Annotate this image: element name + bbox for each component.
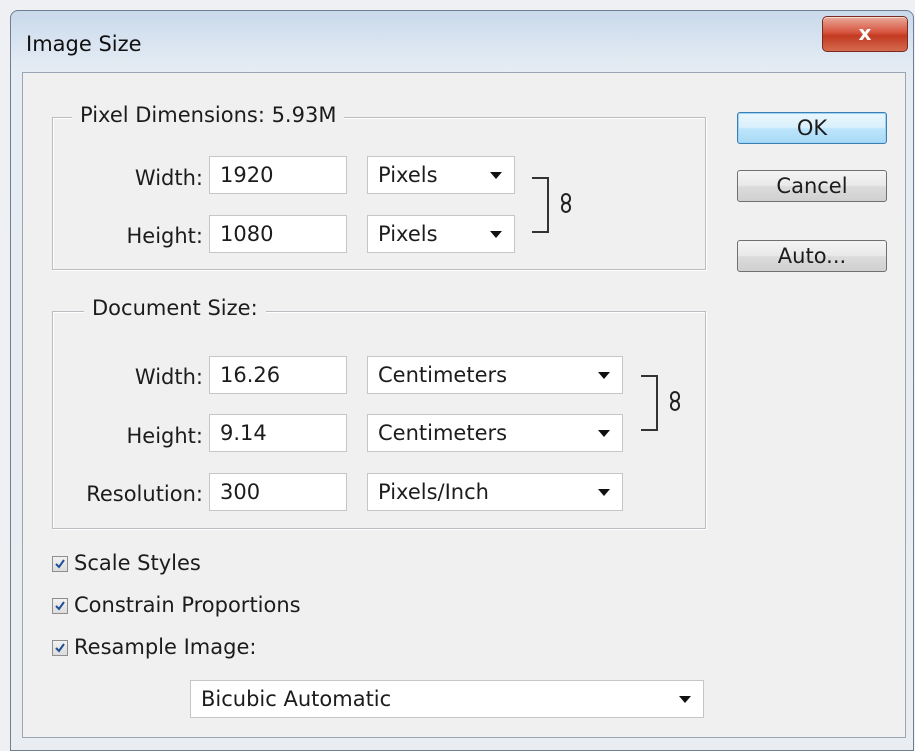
resolution-unit-value: Pixels/Inch xyxy=(378,480,489,504)
checkmark-icon xyxy=(55,601,65,611)
doc-width-field[interactable]: 16.26 xyxy=(209,356,347,394)
chevron-down-icon xyxy=(598,430,610,437)
dialog-title: Image Size xyxy=(26,32,142,56)
resample-method-select[interactable]: Bicubic Automatic xyxy=(190,680,704,718)
document-size-legend: Document Size: xyxy=(84,296,266,320)
resample-image-label: Resample Image: xyxy=(74,635,257,659)
resolution-label: Resolution: xyxy=(86,482,203,506)
pixel-width-unit-value: Pixels xyxy=(378,163,438,187)
auto-button[interactable]: Auto... xyxy=(737,240,887,272)
doc-width-unit-value: Centimeters xyxy=(378,363,508,387)
doc-width-label: Width: xyxy=(134,365,203,389)
link-icon xyxy=(641,375,680,431)
close-icon: x xyxy=(858,21,872,45)
constrain-proportions-checkbox[interactable] xyxy=(52,598,68,614)
pixel-height-label: Height: xyxy=(126,224,204,248)
pixel-width-label: Width: xyxy=(134,166,203,190)
constrain-proportions-label: Constrain Proportions xyxy=(74,593,301,617)
doc-height-label: Height: xyxy=(126,424,204,448)
chevron-down-icon xyxy=(598,372,610,379)
chevron-down-icon xyxy=(490,231,502,238)
pixel-width-unit-select[interactable]: Pixels xyxy=(367,156,515,194)
doc-height-unit-select[interactable]: Centimeters xyxy=(367,414,623,452)
checkmark-icon xyxy=(55,643,65,653)
doc-width-unit-select[interactable]: Centimeters xyxy=(367,356,623,394)
checkmark-icon xyxy=(55,559,65,569)
scale-styles-checkbox[interactable] xyxy=(52,556,68,572)
close-button[interactable]: x xyxy=(822,16,908,52)
resample-method-value: Bicubic Automatic xyxy=(201,687,392,711)
resample-image-checkbox[interactable] xyxy=(52,640,68,656)
chevron-down-icon xyxy=(679,696,691,703)
cancel-button[interactable]: Cancel xyxy=(737,170,887,202)
doc-height-unit-value: Centimeters xyxy=(378,421,508,445)
ok-button[interactable]: OK xyxy=(737,112,887,144)
pixel-height-unit-select[interactable]: Pixels xyxy=(367,215,515,253)
resolution-field[interactable]: 300 xyxy=(209,473,347,511)
link-icon xyxy=(532,177,571,233)
resolution-unit-select[interactable]: Pixels/Inch xyxy=(367,473,623,511)
pixel-width-field[interactable]: 1920 xyxy=(209,156,347,194)
pixel-height-unit-value: Pixels xyxy=(378,222,438,246)
pixel-height-field[interactable]: 1080 xyxy=(209,215,347,253)
pixel-dimensions-legend: Pixel Dimensions: 5.93M xyxy=(72,103,345,127)
chevron-down-icon xyxy=(598,489,610,496)
scale-styles-label: Scale Styles xyxy=(74,551,201,575)
doc-height-field[interactable]: 9.14 xyxy=(209,414,347,452)
chevron-down-icon xyxy=(490,172,502,179)
